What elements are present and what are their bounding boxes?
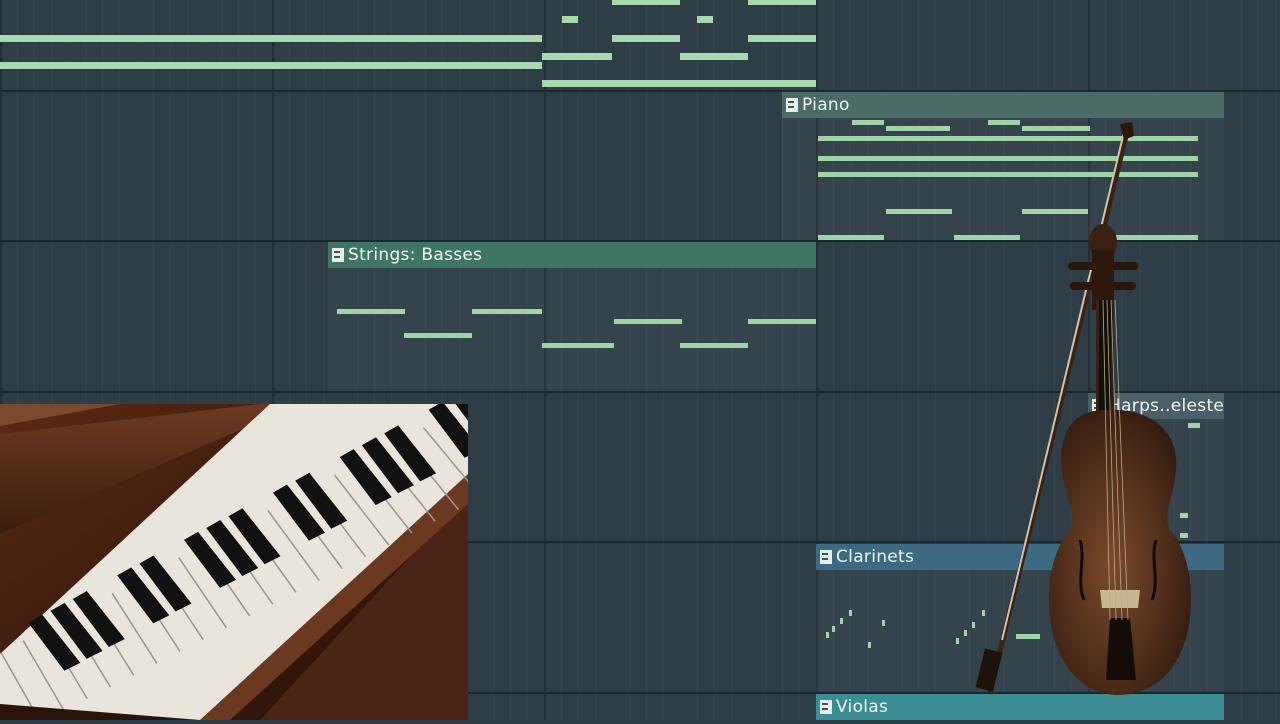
- note: [886, 209, 952, 214]
- note: [614, 319, 682, 324]
- note: [542, 53, 612, 60]
- note: [852, 120, 884, 125]
- clip-body: [328, 268, 816, 391]
- note: [337, 309, 405, 314]
- clip-header[interactable]: Piano: [782, 92, 1224, 118]
- note: [748, 0, 816, 5]
- note: [882, 620, 885, 626]
- note: [832, 626, 835, 632]
- piano-keys-photo: [0, 404, 468, 720]
- pattern-icon: [786, 98, 798, 112]
- violin-and-bow-photo: [960, 120, 1230, 720]
- note: [472, 309, 542, 314]
- clip-title: Clarinets: [836, 547, 915, 567]
- clip-strings-basses[interactable]: Strings: Basses: [328, 242, 816, 391]
- note: [840, 618, 843, 624]
- note: [542, 80, 816, 87]
- note: [849, 610, 852, 616]
- note: [680, 343, 748, 348]
- note: [886, 126, 950, 131]
- clip-title: Violas: [836, 697, 889, 717]
- note: [612, 35, 680, 42]
- clip-title: Piano: [802, 95, 850, 115]
- note: [826, 632, 829, 638]
- note: [818, 235, 884, 240]
- note: [612, 0, 680, 5]
- note: [0, 35, 542, 42]
- note: [542, 343, 614, 348]
- note: [0, 62, 542, 69]
- piano-image: [0, 404, 468, 720]
- pattern-icon: [820, 700, 832, 714]
- note: [748, 35, 816, 42]
- note: [956, 638, 959, 644]
- note: [404, 333, 472, 338]
- violin-image: [975, 122, 1192, 695]
- note: [680, 53, 748, 60]
- clip-header[interactable]: Strings: Basses: [328, 242, 816, 268]
- note: [748, 319, 816, 324]
- pattern-icon: [820, 550, 832, 564]
- note: [562, 16, 578, 23]
- clip-title: Strings: Basses: [348, 245, 483, 265]
- note: [868, 642, 871, 648]
- note: [697, 16, 713, 23]
- pattern-icon: [332, 248, 344, 262]
